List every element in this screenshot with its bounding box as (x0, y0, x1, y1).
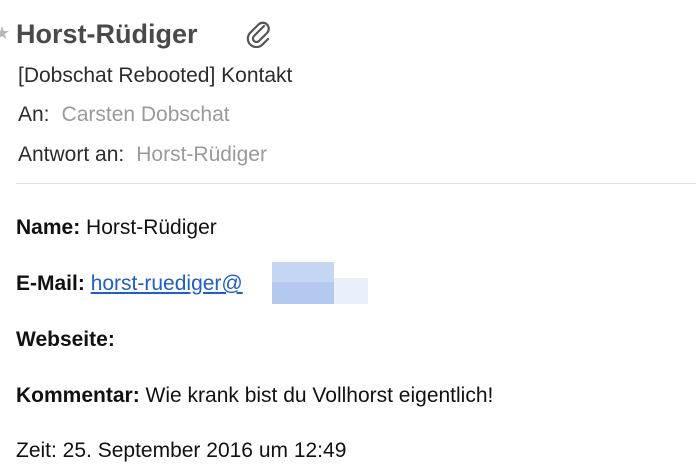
subject-line: [Dobschat Rebooted] Kontakt (18, 64, 293, 87)
reply-to-label: Antwort an: (18, 143, 125, 166)
website-label: Webseite: (16, 328, 115, 351)
name-label: Name: (16, 216, 81, 239)
recipient-label: An: (18, 103, 50, 126)
email-link[interactable]: horst-ruediger@ (91, 272, 243, 295)
recipient-value[interactable]: Carsten Dobschat (62, 103, 230, 126)
comment-value: Wie krank bist du Vollhorst eigentlich! (145, 384, 494, 407)
recipient-row: An: Carsten Dobschat (18, 101, 230, 129)
sender-name[interactable]: Horst-Rüdiger (16, 18, 198, 50)
paperclip-icon[interactable] (246, 20, 272, 48)
reply-to-row: Antwort an: Horst-Rüdiger (18, 141, 267, 169)
email-line: E-Mail: horst-ruediger@ (16, 270, 243, 298)
email-label: E-Mail: (16, 272, 85, 295)
header-divider (16, 183, 696, 184)
message-header: ★ Horst-Rüdiger [Dobschat Rebooted] Kont… (0, 0, 696, 185)
comment-label: Kommentar: (16, 384, 140, 407)
name-value: Horst-Rüdiger (86, 216, 217, 239)
time-line: Zeit: 25. September 2016 um 12:49 (16, 439, 347, 462)
reply-to-value[interactable]: Horst-Rüdiger (136, 143, 267, 166)
name-line: Name: Horst-Rüdiger (16, 214, 217, 242)
redaction-block (272, 262, 368, 304)
comment-line: Kommentar: Wie krank bist du Vollhorst e… (16, 382, 493, 410)
star-icon[interactable]: ★ (0, 24, 10, 42)
website-line: Webseite: (16, 326, 115, 354)
